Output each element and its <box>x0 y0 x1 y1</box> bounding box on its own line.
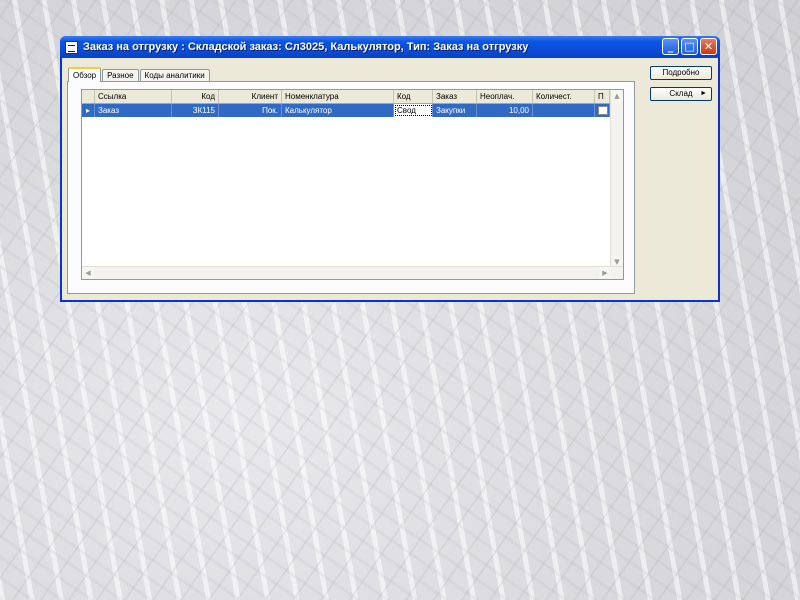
cell-code[interactable]: ЗК115 <box>172 104 219 117</box>
column-header[interactable]: Код <box>172 90 219 103</box>
grid-header: Ссылка Код Клиент Номенклатура Код Заказ… <box>82 90 623 104</box>
column-header[interactable]: Клиент <box>219 90 282 103</box>
cell-item-code[interactable]: Свод <box>394 104 433 117</box>
vertical-scrollbar[interactable]: ▲ ▼ <box>610 90 623 268</box>
column-header[interactable]: Номенклатура <box>282 90 394 103</box>
tab-analytics-codes[interactable]: Коды аналитики <box>139 69 210 81</box>
minimize-button[interactable]: _ <box>662 38 679 55</box>
column-header[interactable]: Количест. <box>533 90 595 103</box>
tab-panel: Ссылка Код Клиент Номенклатура Код Заказ… <box>67 81 635 294</box>
scroll-right-icon[interactable]: ▶ <box>599 267 611 279</box>
close-button[interactable]: ✕ <box>700 38 717 55</box>
column-header[interactable]: Код <box>394 90 433 103</box>
tab-overview[interactable]: Обзор <box>68 67 102 82</box>
order-window: Заказ на отгрузку : Складской заказ: Сл3… <box>60 36 720 302</box>
window-title: Заказ на отгрузку : Складской заказ: Сл3… <box>83 41 529 53</box>
column-header[interactable]: Неоплач. <box>477 90 533 103</box>
cell-checkbox[interactable] <box>595 104 610 117</box>
column-header[interactable]: Заказ <box>433 90 477 103</box>
column-header[interactable]: Ссылка <box>95 90 172 103</box>
checkbox[interactable] <box>598 106 608 115</box>
title-bar[interactable]: Заказ на отгрузку : Складской заказ: Сл3… <box>60 36 720 58</box>
scroll-up-icon[interactable]: ▲ <box>611 90 623 102</box>
cell-reference[interactable]: Заказ <box>95 104 172 117</box>
details-button[interactable]: Подробно <box>650 66 712 80</box>
header-indicator <box>82 90 95 103</box>
details-button-label: Подробно <box>662 68 700 77</box>
cell-client[interactable]: Пок. <box>219 104 282 117</box>
cell-quantity[interactable] <box>533 104 595 117</box>
warehouse-button[interactable]: Склад ► <box>650 87 712 101</box>
cell-unpaid[interactable]: 10,00 <box>477 104 533 117</box>
row-indicator-icon: ▸ <box>82 104 95 117</box>
app-icon <box>65 40 78 54</box>
horizontal-scrollbar[interactable]: ◀ ▶ <box>82 266 623 279</box>
column-header[interactable]: П <box>595 90 610 103</box>
submenu-arrow-icon: ► <box>700 90 707 97</box>
tab-misc[interactable]: Разное <box>102 69 139 81</box>
table-row[interactable]: ▸ Заказ ЗК115 Пок. Калькулятор Свод Заку… <box>82 104 623 117</box>
window-controls: _ □ ✕ <box>662 38 717 55</box>
cell-item[interactable]: Калькулятор <box>282 104 394 117</box>
order-lines-grid[interactable]: Ссылка Код Клиент Номенклатура Код Заказ… <box>81 89 624 280</box>
maximize-button[interactable]: □ <box>681 38 698 55</box>
tab-strip: Обзор Разное Коды аналитики <box>68 66 211 82</box>
scroll-left-icon[interactable]: ◀ <box>82 267 94 279</box>
cell-order[interactable]: Закупки <box>433 104 477 117</box>
warehouse-button-label: Склад <box>669 89 693 98</box>
